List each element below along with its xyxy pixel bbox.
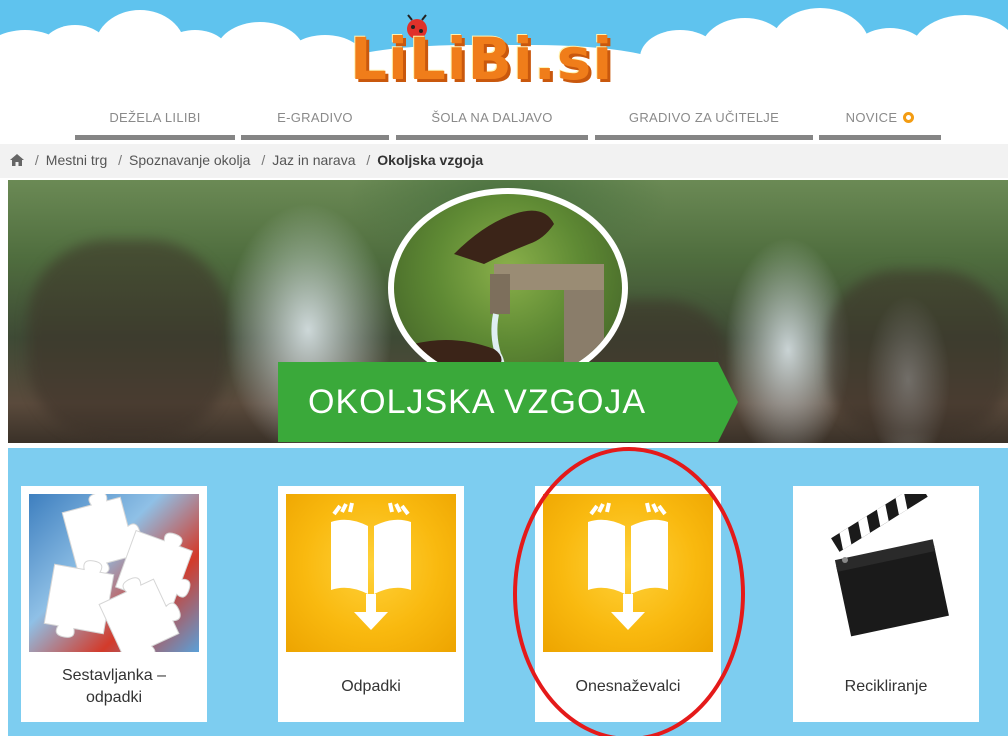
breadcrumb-item-jaz-in-narava[interactable]: Jaz in narava	[272, 152, 355, 168]
hero-title: OKOLJSKA VZGOJA	[308, 383, 647, 421]
tile-recikliranje[interactable]: Recikliranje	[793, 486, 979, 722]
content-tiles: Sestavljanka – odpadki Odpadki Onesnažev…	[8, 448, 1008, 736]
nav-item-dezela-lilibi[interactable]: DEŽELA LILIBI	[75, 104, 235, 140]
breadcrumb-current: Okoljska vzgoja	[377, 152, 484, 168]
breadcrumb-separator: /	[261, 152, 266, 168]
breadcrumb-separator: /	[366, 152, 371, 168]
puzzle-image	[29, 494, 199, 652]
nav-item-label: NOVICE	[845, 110, 898, 125]
site-logo[interactable]: LiLiBi.si	[350, 14, 670, 94]
tile-label: Recikliranje	[844, 678, 928, 695]
tile-odpadki[interactable]: Odpadki	[278, 486, 464, 722]
hero-title-banner: OKOLJSKA VZGOJA	[278, 362, 738, 442]
tile-label: Onesnaževalci	[575, 678, 681, 695]
breadcrumb-separator: /	[118, 152, 123, 168]
nav-item-gradivo-za-ucitelje[interactable]: GRADIVO ZA UČITELJE	[595, 104, 813, 140]
logo-text: LiLiBi.si	[350, 25, 614, 93]
nav-item-label: GRADIVO ZA UČITELJE	[628, 110, 780, 125]
nav-item-novice[interactable]: NOVICE	[819, 104, 941, 140]
puzzle-icon	[43, 494, 194, 652]
tile-onesnazevalci[interactable]: Onesnaževalci	[535, 486, 721, 722]
clapperboard-image	[801, 494, 971, 652]
breadcrumb-separator: /	[34, 152, 39, 168]
nav-item-label: ŠOLA NA DALJAVO	[431, 110, 553, 125]
water-tap-icon	[414, 210, 604, 382]
book-download-image	[543, 494, 713, 652]
news-dot-icon	[903, 112, 915, 123]
tile-label: Odpadki	[341, 678, 401, 695]
home-icon[interactable]	[10, 154, 24, 166]
hero-rock	[28, 240, 228, 440]
hero-rock	[828, 270, 1008, 440]
hero-banner-image: OKOLJSKA VZGOJA	[8, 180, 1008, 443]
nav-item-label: DEŽELA LILIBI	[109, 110, 201, 125]
nav-item-label: E-GRADIVO	[277, 110, 353, 125]
nav-item-sola-na-daljavo[interactable]: ŠOLA NA DALJAVO	[396, 104, 588, 140]
breadcrumb-item-mestni-trg[interactable]: Mestni trg	[46, 152, 107, 168]
breadcrumb: / Mestni trg / Spoznavanje okolja / Jaz in …	[0, 144, 1008, 178]
tile-sestavljanka-odpadki[interactable]: Sestavljanka – odpadki	[21, 486, 207, 722]
breadcrumb-item-spoznavanje-okolja[interactable]: Spoznavanje okolja	[129, 152, 250, 168]
book-download-icon	[331, 502, 411, 630]
book-download-image	[286, 494, 456, 652]
water-tap-image	[388, 188, 628, 388]
main-nav: DEŽELA LILIBI E-GRADIVO ŠOLA NA DALJAVO …	[0, 104, 1008, 140]
tile-label: Sestavljanka – odpadki	[61, 667, 167, 706]
nav-item-e-gradivo[interactable]: E-GRADIVO	[241, 104, 389, 140]
book-download-icon	[588, 502, 668, 630]
site-header: LiLiBi.si DEŽELA LILIBI E-GRADIVO ŠOLA N…	[0, 0, 1008, 140]
clapperboard-icon	[831, 494, 949, 637]
